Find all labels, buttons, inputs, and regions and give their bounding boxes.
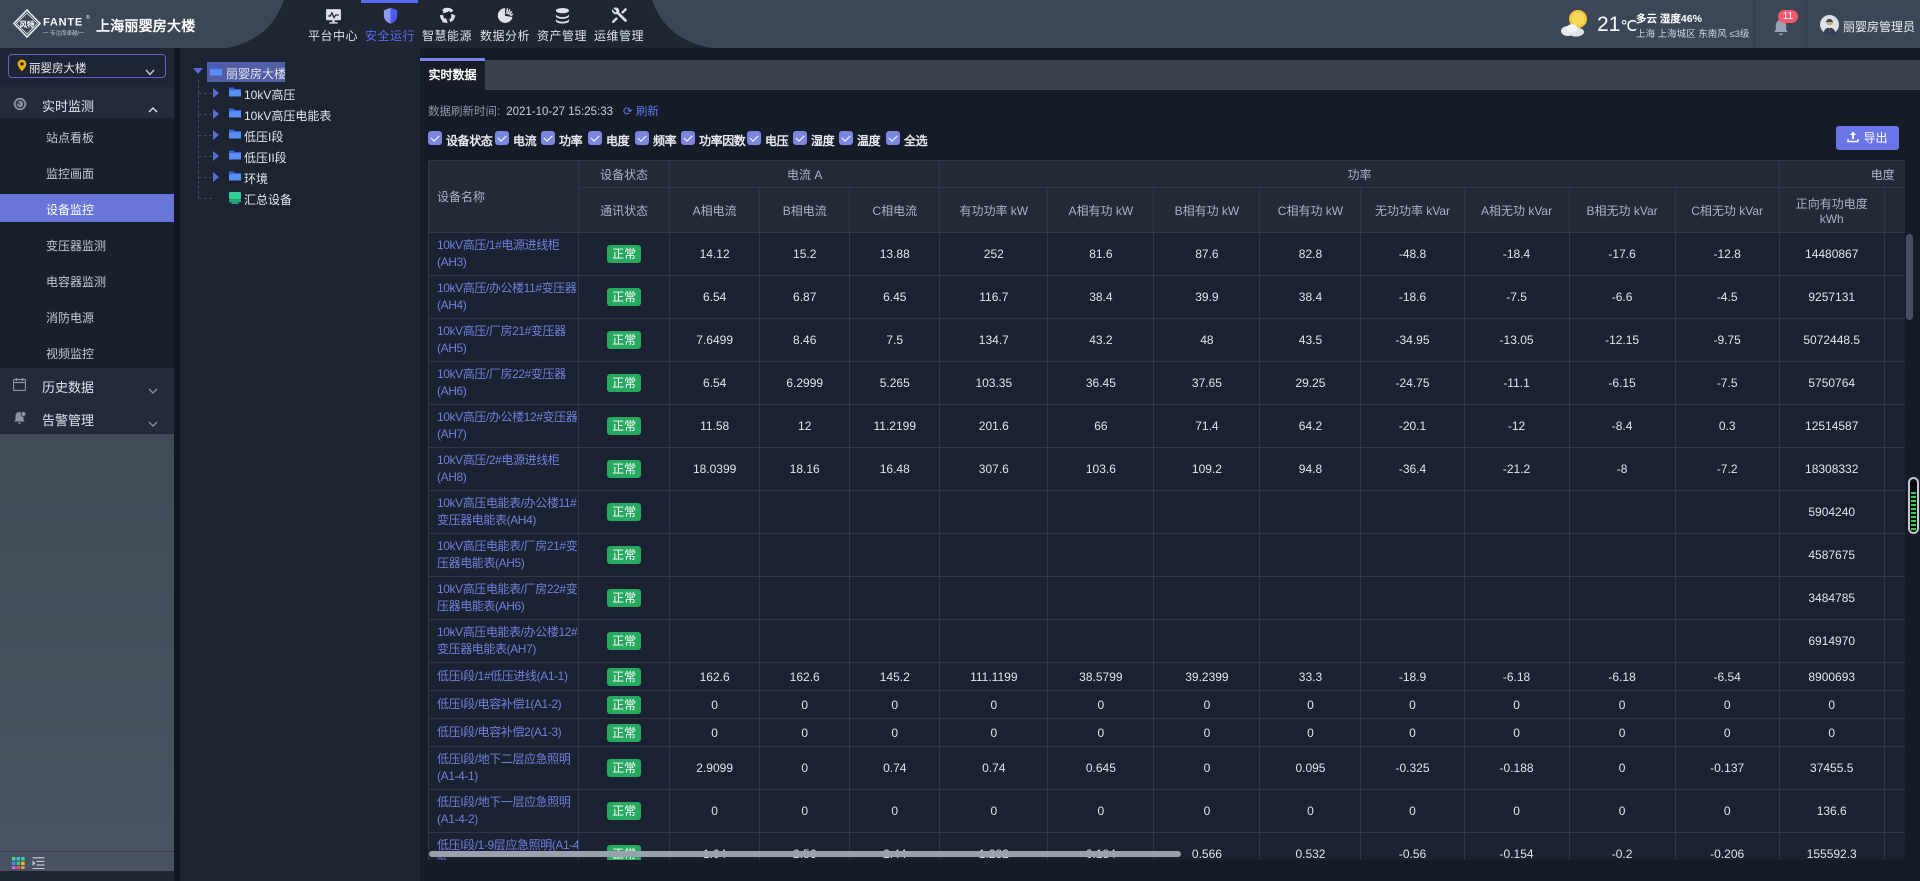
svg-text:风特: 风特 — [20, 19, 35, 29]
svg-text:一 专注而卓越/一: 一 专注而卓越/一 — [43, 29, 85, 37]
svg-text:®: ® — [86, 14, 90, 21]
svg-text:FANTE: FANTE — [43, 17, 83, 29]
